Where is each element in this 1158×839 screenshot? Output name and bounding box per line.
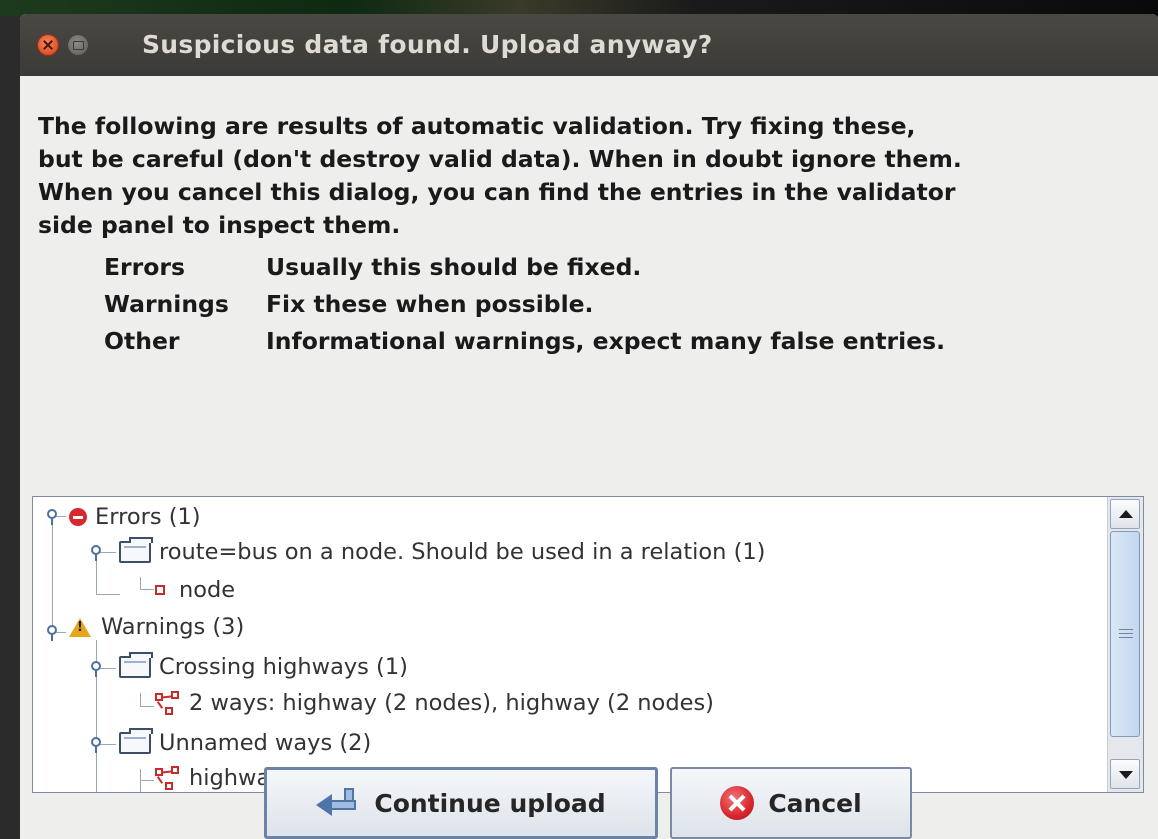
legend-term: Warnings [104,289,229,318]
scroll-thumb[interactable] [1110,531,1140,737]
validation-dialog: Suspicious data found. Upload anyway? Th… [20,14,1158,839]
intro-line: When you cancel this dialog, you can fin… [38,178,956,206]
grip-icon [1119,637,1133,638]
continue-upload-button[interactable]: Continue upload [264,767,658,839]
node-square-icon [155,585,165,595]
way-icon [155,691,181,715]
tree-connector [96,594,120,595]
window-close-button[interactable] [37,34,59,56]
expand-toggle[interactable] [45,509,59,525]
grip-icon [1119,629,1133,630]
tree-item-errors[interactable]: Errors (1) [69,500,201,534]
grip-icon [1119,633,1133,634]
window-minimize-button[interactable] [67,34,89,56]
expand-toggle[interactable] [89,545,103,561]
tree-item-unnamed-ways[interactable]: Unnamed ways (2) [119,726,371,760]
folder-icon [119,728,153,754]
tree-connector [140,589,154,590]
scroll-up-button[interactable] [1110,499,1140,529]
window-title: Suspicious data found. Upload anyway? [142,30,713,59]
tree-viewport: Errors (1) route=bus on a node. Should b… [33,497,1107,792]
tree-item-crossing-highways[interactable]: Crossing highways (1) [119,650,408,684]
intro-text: The following are results of automatic v… [38,110,1138,242]
cancel-x-icon [720,786,755,820]
tree-item-label: node [179,577,236,603]
error-circle-icon [69,508,87,526]
legend-desc: Fix these when possible. [266,289,594,318]
legend-row-errors: Errors Usually this should be fixed. [104,248,945,285]
tree-item-label: 2 ways: highway (2 nodes), highway (2 no… [189,690,714,716]
tree-connector [140,780,154,781]
arrow-up-icon [1119,510,1133,518]
tree-item-node[interactable]: node [155,573,235,607]
tree-scrollbar[interactable] [1107,497,1143,792]
legend-desc: Informational warnings, expect many fals… [266,326,946,355]
tree-item-label: Unnamed ways (2) [159,730,372,756]
tree-item-crossing-ways[interactable]: 2 ways: highway (2 nodes), highway (2 no… [155,686,714,720]
tree-connector [140,706,154,707]
validation-tree[interactable]: Errors (1) route=bus on a node. Should b… [32,496,1144,793]
legend-term: Errors [104,252,185,281]
scroll-down-button[interactable] [1110,759,1140,789]
arrow-down-icon [1119,771,1133,779]
tree-item-route-bus-group[interactable]: route=bus on a node. Should be used in a… [119,535,765,569]
tree-connector [96,560,97,594]
legend-row-warnings: Warnings Fix these when possible. [104,285,945,322]
legend-term: Other [104,326,180,355]
tree-item-label: Warnings (3) [101,614,245,640]
tree-connector [140,769,141,792]
legend-row-other: Other Informational warnings, expect man… [104,322,945,359]
legend-desc: Usually this should be fixed. [266,252,642,281]
expand-toggle[interactable] [45,625,59,641]
cancel-label: Cancel [768,788,862,818]
continue-upload-label: Continue upload [374,788,606,818]
severity-legend: Errors Usually this should be fixed. War… [104,248,945,359]
intro-line: side panel to inspect them. [38,211,401,239]
folder-icon [119,537,153,563]
tree-item-warnings[interactable]: Warnings (3) [69,610,244,644]
intro-line: but be careful (don't destroy valid data… [38,145,962,173]
tree-connector [52,523,53,633]
tree-item-label: Crossing highways (1) [159,654,408,680]
upload-arrow-icon [316,788,358,818]
warning-triangle-icon [69,617,91,637]
tree-connector [140,693,141,707]
tree-connector [140,577,141,589]
way-icon [155,766,181,790]
tree-item-label: route=bus on a node. Should be used in a… [159,539,766,565]
cancel-button[interactable]: Cancel [670,767,912,839]
tree-item-label: Errors (1) [95,504,201,530]
dialog-content: The following are results of automatic v… [20,76,1158,839]
folder-icon [119,652,153,678]
expand-toggle[interactable] [89,737,103,753]
intro-line: The following are results of automatic v… [38,112,916,140]
expand-toggle[interactable] [89,661,103,677]
title-bar: Suspicious data found. Upload anyway? [20,14,1158,76]
